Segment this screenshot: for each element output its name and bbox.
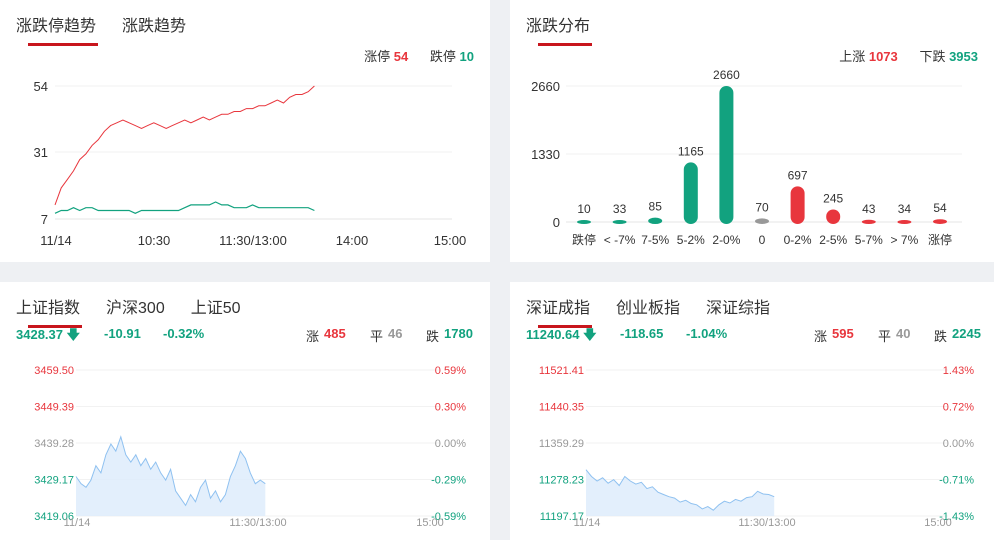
percent-tick: 1.43% [943, 365, 974, 377]
distribution-chart: 2660 1330 0 10 跌停 33 < -7% 85 7-5% 1165 5-2% 266… [531, 68, 962, 247]
distribution-bar[interactable] [826, 209, 841, 224]
price-tick: 11359.29 [539, 438, 584, 450]
distribution-bar[interactable] [755, 218, 769, 224]
price-tick: 11440.35 [539, 402, 584, 414]
distribution-bar[interactable] [577, 220, 591, 224]
y-tick: 2660 [531, 79, 560, 94]
x-tick: 10:30 [138, 233, 171, 248]
percent-tick: 0.72% [943, 402, 974, 414]
y-tick: 0 [553, 215, 560, 230]
percent-tick: -0.29% [431, 475, 466, 487]
bar-value-label: 2660 [713, 68, 740, 82]
bar-category-label: < -7% [604, 233, 636, 247]
price-tick: 11278.23 [539, 475, 584, 487]
intraday-area [586, 469, 775, 516]
bar-category-label: 5-2% [677, 233, 705, 247]
distribution-bar[interactable] [683, 162, 698, 224]
sh-intraday-chart: 3459.50 0.59% 3449.39 0.30% 3439.28 0.00% 3429… [34, 365, 466, 529]
bar-category-label: 5-7% [855, 233, 883, 247]
price-tick: 3429.17 [34, 475, 74, 487]
intraday-area [76, 436, 266, 516]
limit-trend-chart: 54 31 7 11/14 10:30 11:30/13:00 14:00 15… [34, 79, 467, 248]
time-tick: 11/14 [574, 517, 601, 529]
limit-up-series-line [54, 85, 315, 206]
sz-intraday-chart: 11521.41 1.43% 11440.35 0.72% 11359.29 0.00% 1… [539, 365, 974, 529]
y-tick: 54 [34, 79, 48, 94]
bar-category-label: 7-5% [641, 233, 669, 247]
distribution-bar[interactable] [612, 220, 627, 224]
percent-tick: 0.00% [943, 438, 974, 450]
y-tick: 1330 [531, 147, 560, 162]
percent-tick: 0.30% [435, 402, 466, 414]
price-tick: 3459.50 [34, 365, 74, 377]
limit-down-series-line [54, 201, 315, 214]
bar-value-label: 697 [788, 168, 808, 182]
limit-trend-panel: 涨跌停趋势 涨跌趋势 涨停 54 跌停 10 54 31 7 11/14 10:… [0, 0, 490, 262]
price-tick: 3449.39 [34, 402, 74, 414]
bar-category-label: 2-0% [712, 233, 740, 247]
bar-category-label: 涨停 [928, 232, 952, 247]
bar-value-label: 33 [613, 202, 627, 216]
y-tick: 7 [41, 212, 48, 227]
x-tick: 11:30/13:00 [219, 233, 287, 248]
sh-index-panel: 上证指数 沪深300 上证50 3428.37 🡇 -10.91 -0.32% … [0, 282, 490, 540]
distribution-bar[interactable] [719, 86, 734, 224]
time-tick: 11:30/13:00 [738, 517, 795, 529]
distribution-bar[interactable] [861, 219, 876, 224]
bar-category-label: > 7% [891, 233, 919, 247]
time-tick: 11:30/13:00 [229, 517, 286, 529]
bar-category-label: 2-5% [819, 233, 847, 247]
percent-tick: 0.00% [435, 438, 466, 450]
bar-value-label: 43 [862, 202, 876, 216]
bar-value-label: 34 [898, 202, 912, 216]
bar-value-label: 54 [933, 201, 947, 215]
distribution-bar[interactable] [897, 220, 912, 224]
bar-value-label: 85 [649, 200, 663, 214]
percent-tick: 0.59% [435, 365, 466, 377]
distribution-bar[interactable] [648, 217, 663, 224]
y-tick: 31 [34, 145, 48, 160]
distribution-bar[interactable] [790, 186, 805, 224]
percent-tick: -0.71% [939, 475, 974, 487]
x-tick: 11/14 [40, 233, 72, 248]
bar-value-label: 1165 [678, 144, 704, 158]
bar-value-label: 245 [823, 191, 843, 205]
x-tick: 14:00 [336, 233, 369, 248]
bar-category-label: 跌停 [572, 232, 596, 247]
distribution-panel: 涨跌分布 上涨 1073 下跌 3953 2660 1330 0 10 跌停 33 <… [510, 0, 994, 262]
bar-category-label: 0 [759, 233, 766, 247]
time-tick: 11/14 [64, 517, 91, 529]
distribution-bar[interactable] [933, 219, 947, 224]
time-tick: 15:00 [924, 517, 952, 529]
bar-value-label: 70 [755, 200, 769, 214]
bar-category-label: 0-2% [784, 233, 812, 247]
price-tick: 3439.28 [34, 438, 74, 450]
price-tick: 11521.41 [539, 365, 584, 377]
time-tick: 15:00 [416, 517, 444, 529]
bar-value-label: 10 [577, 202, 591, 216]
x-tick: 15:00 [434, 233, 467, 248]
sz-index-panel: 深证成指 创业板指 深证综指 11240.64 🡇 -118.65 -1.04%… [510, 282, 994, 540]
